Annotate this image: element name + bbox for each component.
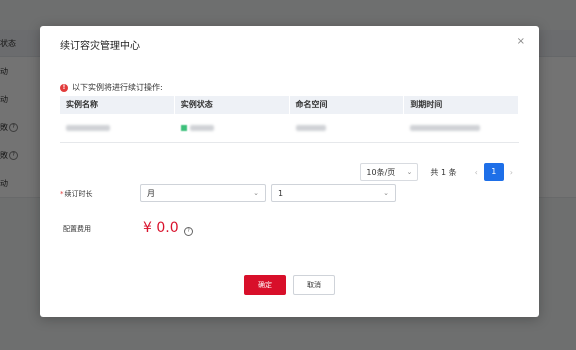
status-indicator-icon: [180, 125, 187, 131]
duration-count-select[interactable]: 1 ⌄: [271, 184, 396, 202]
renew-duration-text: 续订时长: [64, 190, 93, 198]
notice-text: 以下实例将进行续订操作:: [72, 83, 163, 92]
required-mark: *: [60, 190, 64, 198]
table-row: [60, 114, 519, 143]
column-header-namespace: 命名空间: [290, 96, 405, 114]
instance-status-cell: [175, 114, 290, 142]
redacted-text: [410, 125, 481, 131]
confirm-button[interactable]: 确定: [244, 275, 286, 295]
instance-table: 实例名称 实例状态 命名空间 到期时间: [60, 96, 519, 143]
instance-name-cell: [60, 114, 175, 142]
expiry-time-cell: [404, 114, 519, 142]
duration-unit-value: 月: [147, 188, 155, 198]
page-size-value: 10条/页: [366, 167, 396, 177]
redacted-text: [66, 125, 110, 131]
cancel-button[interactable]: 取消: [293, 275, 335, 295]
config-fee-label: 配置费用: [63, 225, 91, 233]
renew-duration-label: *续订时长: [60, 189, 93, 199]
renew-notice: ! 以下实例将进行续订操作:: [60, 82, 163, 93]
redacted-text: [189, 125, 214, 131]
duration-count-value: 1: [278, 188, 284, 198]
warning-icon: !: [60, 83, 68, 92]
column-header-expiry-time: 到期时间: [404, 96, 519, 114]
renew-dialog: 续订容灾管理中心 × ! 以下实例将进行续订操作: 实例名称 实例状态 命名空间…: [40, 26, 539, 317]
help-icon[interactable]: ?: [184, 227, 193, 236]
dialog-title: 续订容灾管理中心: [60, 41, 140, 52]
page-size-select[interactable]: 10条/页 ⌄: [360, 163, 419, 181]
duration-unit-select[interactable]: 月 ⌄: [140, 184, 266, 202]
chevron-down-icon: ⌄: [253, 189, 259, 197]
next-page-icon[interactable]: ›: [510, 168, 513, 177]
chevron-down-icon: ⌄: [383, 189, 389, 197]
pagination: 10条/页 ⌄ 共 1 条 ‹ 1 ›: [360, 163, 519, 181]
close-icon[interactable]: ×: [517, 36, 525, 47]
chevron-down-icon: ⌄: [406, 168, 413, 176]
prev-page-icon[interactable]: ‹: [475, 168, 478, 177]
column-header-instance-status: 实例状态: [175, 96, 290, 114]
table-header: 实例名称 实例状态 命名空间 到期时间: [60, 96, 519, 114]
redacted-text: [295, 125, 326, 131]
page-number-current[interactable]: 1: [483, 163, 504, 181]
total-count: 共 1 条: [430, 167, 457, 177]
column-header-instance-name: 实例名称: [60, 96, 175, 114]
fee-amount: ¥ 0.0: [143, 220, 179, 236]
namespace-cell: [290, 114, 405, 142]
